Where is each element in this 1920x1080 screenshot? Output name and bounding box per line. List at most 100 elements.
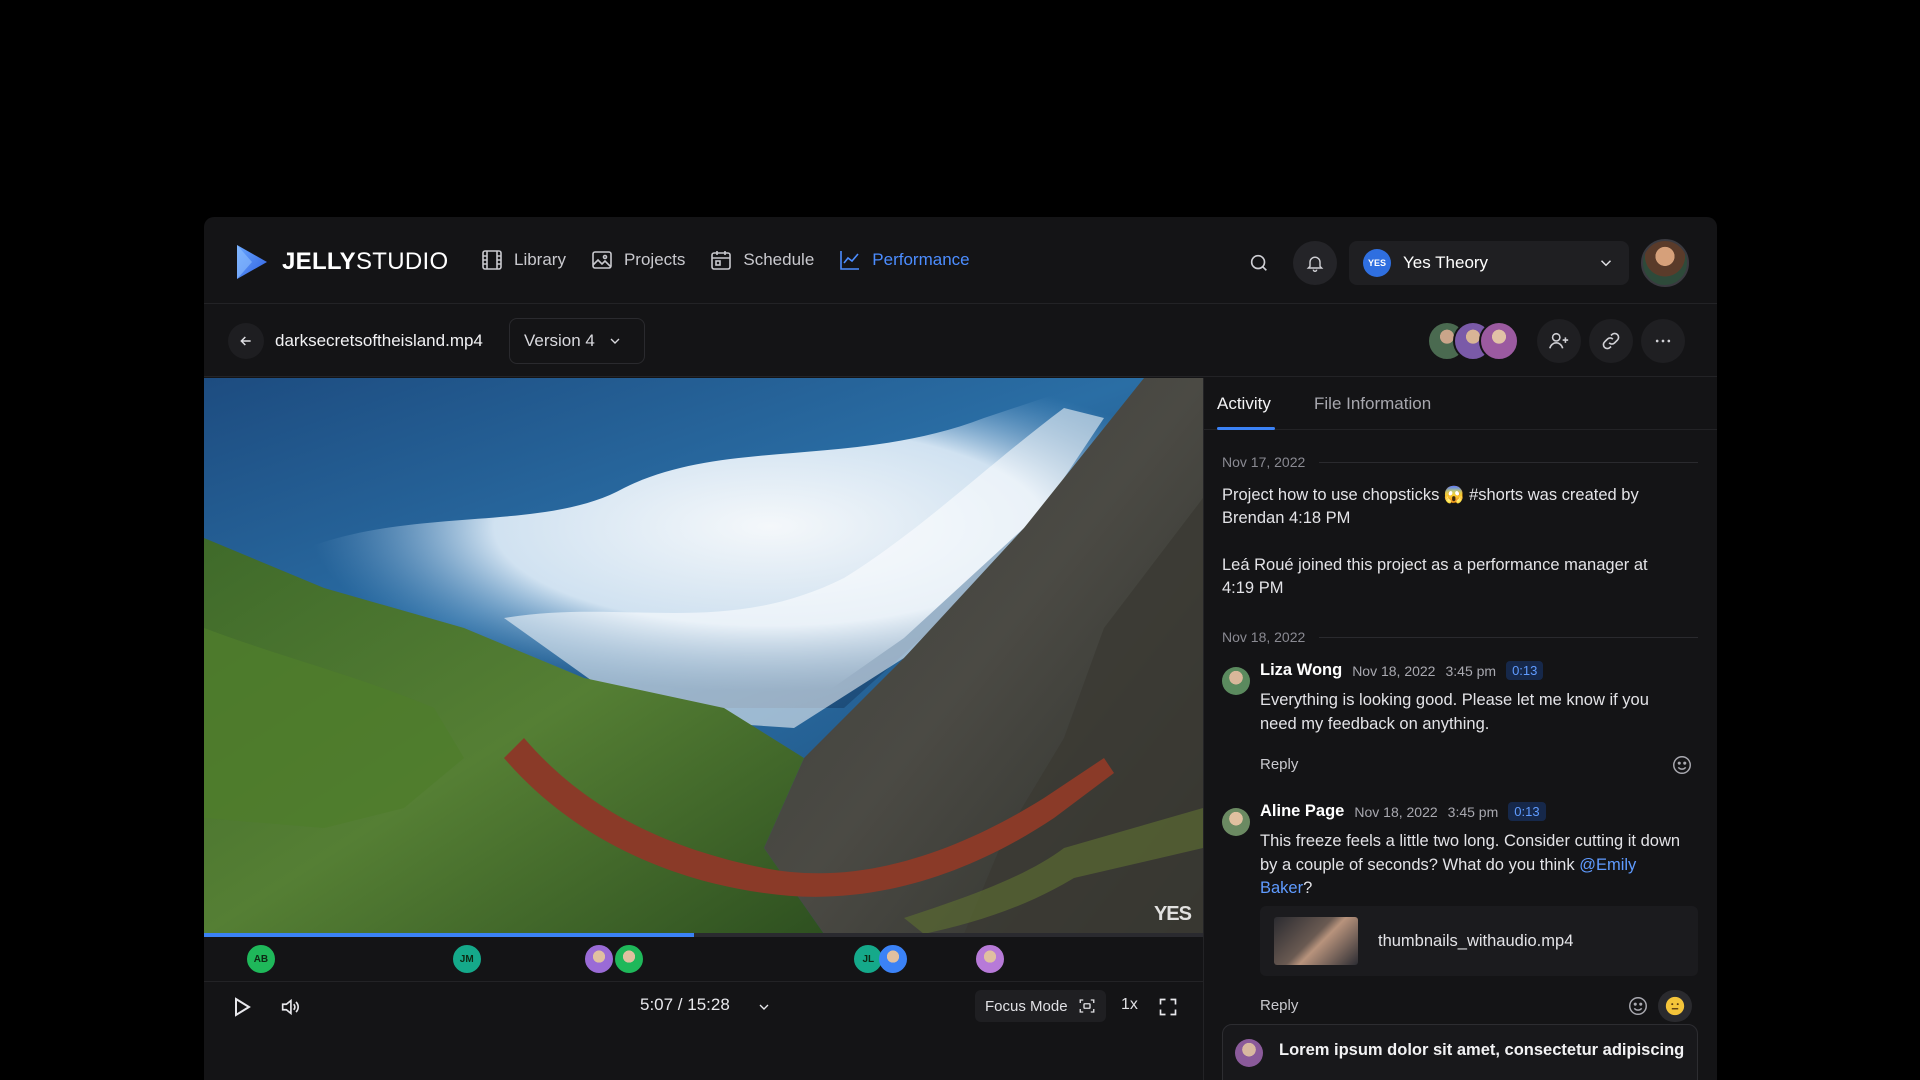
emoji-face-icon	[1665, 996, 1685, 1016]
nav-library[interactable]: Library	[468, 243, 578, 277]
activity-log-item: Leá Roué joined this project as a perfor…	[1222, 556, 1648, 597]
timeline-comment-marker[interactable]	[584, 945, 613, 975]
main-nav: Library Projects Schedule Performance	[468, 243, 982, 277]
file-actions	[1427, 319, 1685, 363]
version-label: Version 4	[524, 331, 595, 350]
add-reaction-button[interactable]	[1668, 751, 1696, 779]
add-user-button[interactable]	[1537, 319, 1581, 363]
chevron-down-icon	[1600, 260, 1612, 267]
volume-button[interactable]	[274, 991, 306, 1023]
comment-timestamp-link[interactable]: 0:13	[1506, 661, 1544, 680]
marker-avatar: JL	[854, 945, 883, 973]
comment-header: Aline Page Nov 18, 2022 3:45 pm 0:13	[1260, 802, 1546, 821]
nav-performance[interactable]: Performance	[826, 243, 981, 277]
avatar	[1222, 667, 1250, 695]
fullscreen-button[interactable]	[1152, 991, 1184, 1023]
comment-preview-card[interactable]: Lorem ipsum dolor sit amet, consectetur …	[1222, 1024, 1698, 1080]
timeline-comment-marker[interactable]	[614, 945, 643, 975]
nav-projects[interactable]: Projects	[578, 243, 697, 277]
activity-panel: Activity File Information Nov 17, 2022 P…	[1203, 378, 1717, 1080]
video-player[interactable]: YES	[204, 378, 1203, 934]
play-button[interactable]	[226, 991, 258, 1023]
attachment-thumbnail	[1274, 917, 1358, 965]
workspace-name: Yes Theory	[1403, 253, 1489, 272]
reply-button[interactable]: Reply	[1260, 997, 1298, 1014]
comment-date: Nov 18, 2022	[1352, 662, 1436, 679]
focus-mode-button[interactable]: Focus Mode	[975, 990, 1106, 1022]
user-avatar[interactable]	[1641, 239, 1689, 287]
app-window: JELLYSTUDIO Library Projects Schedule Pe…	[204, 217, 1717, 1080]
comment-preview-text: Lorem ipsum dolor sit amet, consectetur …	[1279, 1041, 1685, 1059]
calendar-icon	[711, 251, 732, 270]
reply-button[interactable]: Reply	[1260, 756, 1298, 773]
marker-avatar	[614, 945, 643, 973]
fullscreen-icon	[1159, 998, 1177, 1016]
active-tab-indicator	[1217, 427, 1275, 430]
comment-timestamp-link[interactable]: 0:13	[1508, 802, 1546, 821]
film-icon	[482, 250, 502, 270]
link-icon	[1602, 332, 1620, 350]
player-controls: 5:07 / 15:28 Focus Mode 1x	[204, 981, 1203, 1031]
reaction-badge[interactable]	[1658, 990, 1692, 1022]
comment-header: Liza Wong Nov 18, 2022 3:45 pm 0:13	[1260, 661, 1544, 680]
date-label: Nov 18, 2022	[1222, 629, 1306, 645]
file-bar: darksecretsoftheisland.mp4 Version 4	[204, 305, 1717, 377]
activity-log-item: Project how to use chopsticks 😱 #shorts …	[1222, 486, 1639, 527]
avatar	[1222, 808, 1250, 836]
nav-projects-label: Projects	[623, 250, 686, 269]
more-icon	[1655, 339, 1671, 343]
focus-mode-label: Focus Mode	[985, 997, 1068, 1015]
file-name: darksecretsoftheisland.mp4	[275, 331, 483, 350]
tab-activity[interactable]: Activity	[1217, 394, 1271, 414]
marker-avatar: AB	[246, 945, 275, 973]
comment-text: This freeze feels a little two long. Con…	[1260, 830, 1690, 901]
copy-link-button[interactable]	[1589, 319, 1633, 363]
date-separator: Nov 18, 2022	[1222, 629, 1698, 645]
tab-file-information[interactable]: File Information	[1314, 394, 1431, 414]
version-select[interactable]: Version 4	[509, 318, 645, 364]
comment: Liza Wong Nov 18, 2022 3:45 pm 0:13 Ever…	[1222, 661, 1698, 774]
search-button[interactable]	[1237, 241, 1281, 285]
comment-markers: AB JM JL	[204, 937, 1203, 981]
playback-speed[interactable]: 1x	[1121, 996, 1138, 1014]
marker-avatar: JM	[452, 945, 481, 973]
time-options-button[interactable]	[748, 991, 780, 1023]
notifications-button[interactable]	[1293, 241, 1337, 285]
avatar	[1235, 1039, 1263, 1067]
collaborator-avatars[interactable]	[1427, 321, 1519, 361]
smiley-icon	[1629, 997, 1647, 1015]
back-button[interactable]	[228, 323, 264, 359]
volume-icon	[281, 998, 299, 1016]
search-icon	[1250, 254, 1267, 271]
timeline-comment-marker[interactable]	[976, 945, 1005, 975]
workspace-select[interactable]: YES Yes Theory	[1349, 241, 1629, 285]
logo[interactable]: JELLYSTUDIO	[234, 243, 448, 281]
attachment[interactable]: thumbnails_withaudio.mp4	[1260, 906, 1698, 976]
nav-performance-label: Performance	[872, 250, 970, 269]
logo-text: JELLYSTUDIO	[282, 248, 449, 275]
smiley-icon	[1673, 756, 1691, 774]
comment: Aline Page Nov 18, 2022 3:45 pm 0:13 Thi…	[1222, 802, 1698, 1022]
arrow-left-icon	[240, 336, 251, 346]
chevron-down-icon	[610, 338, 620, 344]
comment-text-part: ?	[1303, 879, 1313, 897]
workspace-badge: YES	[1363, 249, 1391, 277]
time-display: 5:07 / 15:28	[640, 995, 730, 1014]
timeline-comment-marker[interactable]	[879, 945, 908, 975]
user-plus-icon	[1549, 332, 1569, 349]
comment-date: Nov 18, 2022	[1354, 803, 1438, 820]
image-icon	[592, 251, 612, 269]
nav-schedule[interactable]: Schedule	[697, 243, 826, 277]
nav-schedule-label: Schedule	[743, 250, 815, 269]
more-options-button[interactable]	[1641, 319, 1685, 363]
play-logo-icon	[237, 245, 267, 279]
add-reaction-button[interactable]	[1624, 992, 1652, 1020]
comment-text: Everything is looking good. Please let m…	[1260, 691, 1649, 733]
timeline-comment-marker[interactable]: AB	[246, 945, 275, 975]
timeline-comment-marker[interactable]: JM	[452, 945, 481, 975]
timeline-comment-marker[interactable]: JL	[854, 945, 883, 975]
comment-author: Aline Page	[1260, 802, 1345, 820]
comment-time: 3:45 pm	[1445, 662, 1497, 679]
marker-avatar	[976, 945, 1005, 973]
play-icon	[235, 997, 251, 1017]
